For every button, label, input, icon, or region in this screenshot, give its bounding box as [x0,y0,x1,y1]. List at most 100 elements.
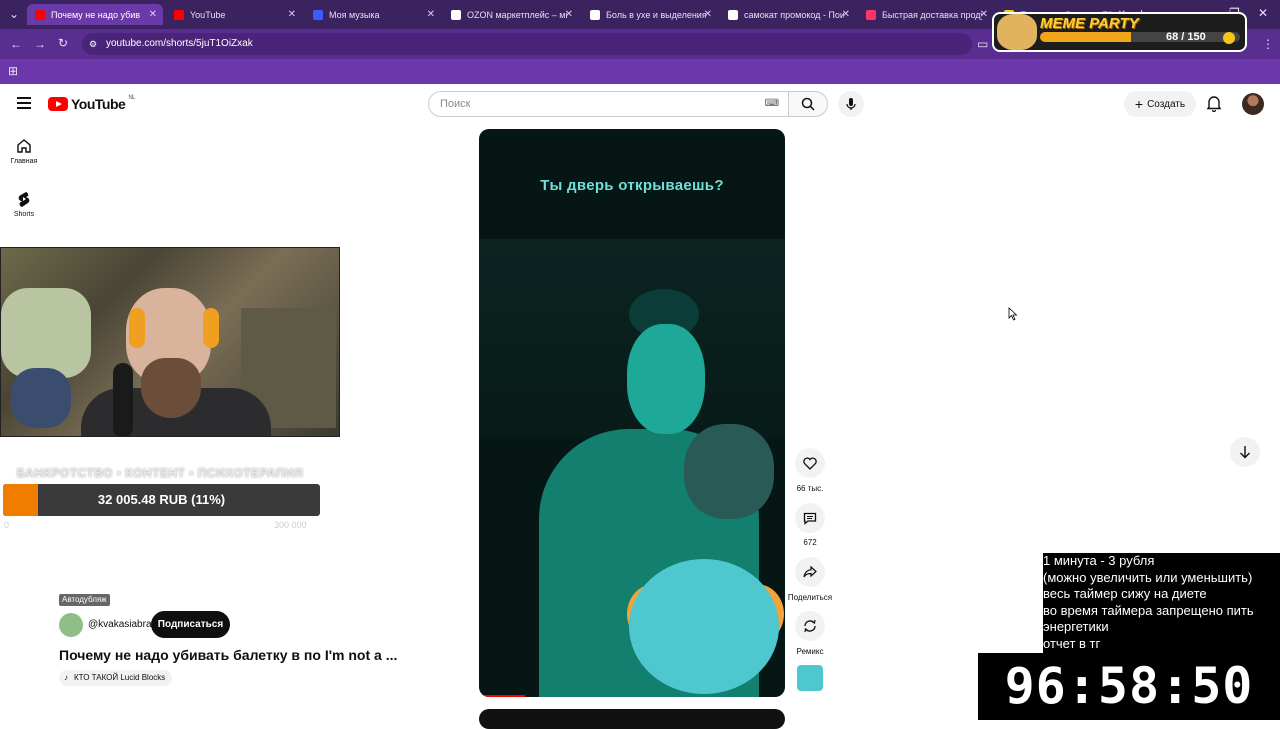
voice-search-button[interactable] [838,91,864,117]
site-info-icon[interactable]: ⚙ [89,33,97,55]
tab-close-icon[interactable]: ✕ [704,9,712,20]
share-icon [803,566,817,578]
streamer-beard [141,358,201,418]
tab-favicon-icon [313,9,323,20]
browser-menu-icon[interactable]: ⋮ [1262,37,1274,51]
like-count: 66 тыс. [796,484,824,493]
remix-icon [804,619,816,633]
account-avatar[interactable] [1242,93,1264,115]
tab-close-icon[interactable]: ✕ [565,9,573,20]
timer-rule-line: (можно увеличить или уменьшить) [1043,569,1253,585]
subathon-timer: 96:58:50 [978,653,1280,720]
donation-goal-max: 300 000 [274,520,307,530]
url-field[interactable]: ⚙ youtube.com/shorts/5juT1OiZxak [82,33,972,55]
video-figure-head [627,324,705,434]
close-window-icon[interactable]: ✕ [1258,6,1268,20]
headphone-left [129,308,145,348]
short-video-player[interactable]: Ты дверь открываешь? [479,129,785,697]
next-short-preview[interactable] [479,709,785,729]
arrow-down-icon [1240,446,1250,459]
sidebar-item-home[interactable]: Главная [0,138,48,165]
search-button[interactable] [788,91,828,117]
tab-close-icon[interactable]: ✕ [427,9,435,20]
tab-list-chevron-icon[interactable]: ⌄ [9,7,19,21]
microphone-icon [846,98,856,110]
meme-party-count: 68 / 150 [1166,31,1206,43]
channel-avatar[interactable] [59,613,83,637]
browser-tab[interactable]: Быстрая доставка проду ✕ [858,4,994,25]
share-button[interactable] [795,557,825,587]
sidebar-item-shorts[interactable]: Shorts [0,191,48,218]
tab-title: Боль в ухе и выделения [606,9,706,20]
browser-tab[interactable]: самокат промокод - Пои ✕ [720,4,856,25]
subscribe-button[interactable]: Подписаться [151,611,230,638]
search-icon [801,97,815,111]
webcam-clothes-pile [11,368,71,428]
search-input[interactable]: Поиск ⌨ [428,91,790,117]
forward-icon[interactable]: → [34,37,46,51]
donation-amount: 32 005.48 RUB (11%) [97,492,226,507]
browser-tab[interactable]: YouTube ✕ [166,4,302,25]
menu-icon[interactable] [17,97,31,109]
channel-name[interactable]: @kvakasiabra [88,619,152,630]
headphone-right [203,308,219,348]
meme-party-title: MEME PARTY [1040,15,1139,32]
browser-tab[interactable]: OZON маркетплейс – ми ✕ [443,4,579,25]
url-text: youtube.com/shorts/5juT1OiZxak [106,38,253,49]
mascot-overlay [629,559,779,694]
next-short-button[interactable] [1230,437,1260,467]
plus-icon: + [1134,96,1144,112]
share-label: Поделиться [787,593,833,602]
tab-favicon-icon [590,9,600,20]
notifications-button[interactable] [1206,95,1222,117]
remix-button[interactable] [795,611,825,641]
browser-tab[interactable]: Почему не надо убив ✕ [27,4,163,25]
heart-icon [803,456,817,470]
reload-icon[interactable]: ↻ [58,36,68,50]
cast-icon[interactable]: ▭ [977,37,988,51]
sidebar-item-label: Shorts [13,211,35,218]
timer-rule-line: энергетики [1043,619,1109,634]
bookmarks-bar: ⊞ [0,59,1280,84]
apps-grid-icon[interactable]: ⊞ [8,64,18,78]
youtube-logo[interactable]: YouTube NL [48,95,135,112]
browser-tab[interactable]: Боль в ухе и выделения ✕ [582,4,718,25]
comments-button[interactable] [795,503,825,533]
keyboard-icon[interactable]: ⌨ [765,92,779,116]
tab-favicon-icon [174,9,184,20]
tab-title: Моя музыка [329,9,380,20]
timer-rule-line: отчет в тг [1043,635,1101,651]
youtube-logo-text: YouTube [71,96,126,112]
doge-icon [997,14,1037,50]
tab-close-icon[interactable]: ✕ [149,9,157,20]
browser-tab[interactable]: Моя музыка ✕ [305,4,441,25]
create-label: Создать [1147,98,1186,110]
sound-thumbnail[interactable] [797,665,823,691]
donation-progress-bar: 32 005.48 RUB (11%) [3,484,320,516]
like-button[interactable] [795,448,825,478]
comment-icon [803,512,817,525]
sidebar-item-label: Главная [10,158,38,165]
bell-icon [1206,96,1222,113]
video-cat [684,424,774,519]
tab-title: самокат промокод - Пои [744,9,844,20]
meme-party-progress-bar [1040,32,1240,42]
video-progress-bar[interactable] [479,695,525,697]
webcam-pillow [1,288,91,378]
timer-rule-line: 1 минута - 3 рубля [1043,553,1155,568]
tab-favicon-icon [866,9,876,20]
tab-close-icon[interactable]: ✕ [980,9,988,20]
tab-close-icon[interactable]: ✕ [842,9,850,20]
video-caption: Ты дверь открываешь? [540,177,724,194]
tab-title: Быстрая доставка проду [882,9,982,20]
mouse-cursor-icon [1008,307,1018,321]
music-title: КТО ТАКОЙ Lucid Blocks [74,673,166,682]
short-title[interactable]: Почему не надо убивать балетку в по I'm … [59,647,397,663]
music-chip[interactable]: ♪ КТО ТАКОЙ Lucid Blocks [59,670,173,686]
streamer-webcam [0,247,340,437]
create-button[interactable]: + Создать [1124,91,1196,117]
remix-label: Ремикс [796,647,824,656]
back-icon[interactable]: ← [10,37,22,51]
tab-close-icon[interactable]: ✕ [288,9,296,20]
microphone [113,363,133,436]
